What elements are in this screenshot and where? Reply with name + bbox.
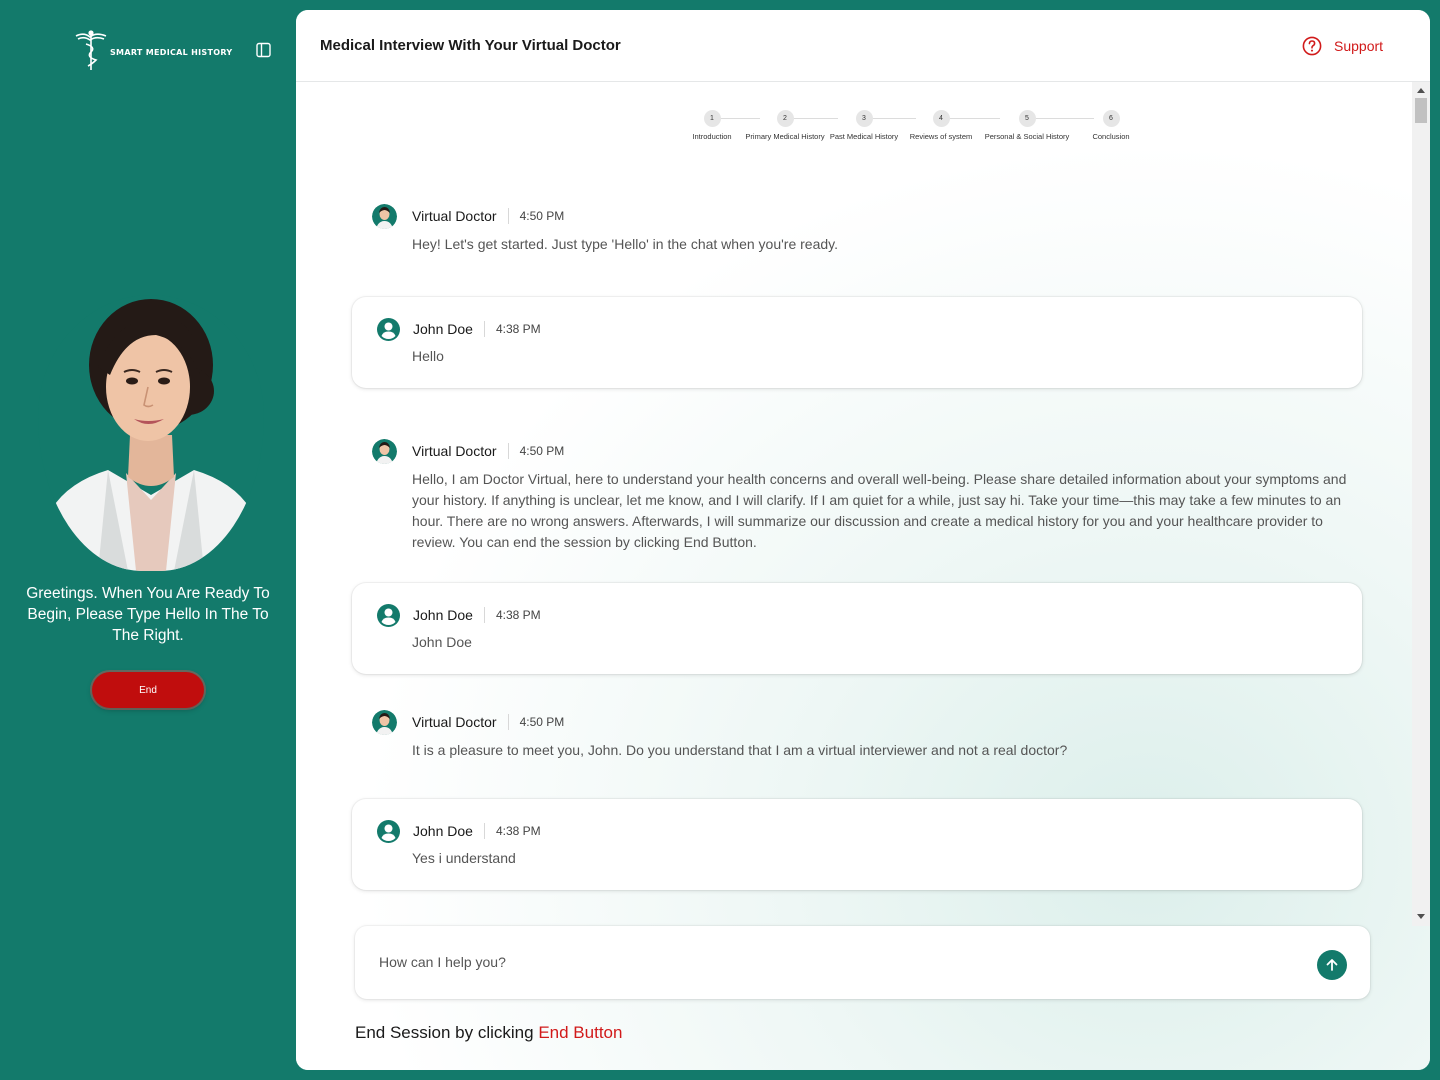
- chat-message-user: John Doe 4:38 PM John Doe: [352, 583, 1362, 674]
- chat-message-doctor: Virtual Doctor 4:50 PM Hello, I am Docto…: [372, 438, 1352, 553]
- message-composer: [355, 926, 1370, 999]
- user-avatar-icon: [377, 603, 400, 627]
- header: Medical Interview With Your Virtual Doct…: [296, 10, 1430, 82]
- timestamp: 4:50 PM: [519, 715, 565, 729]
- message-text: Hello, I am Doctor Virtual, here to unde…: [412, 471, 1347, 550]
- divider: [483, 823, 485, 839]
- sender-name: Virtual Doctor: [412, 714, 497, 730]
- sidebar: SMART MEDICAL HISTORY Greetings. When Yo…: [0, 0, 296, 1080]
- chat-message-user: John Doe 4:38 PM Yes i understand: [352, 799, 1362, 890]
- user-avatar-icon: [377, 317, 400, 341]
- page-title: Medical Interview With Your Virtual Doct…: [320, 37, 621, 54]
- timestamp: 4:50 PM: [519, 444, 565, 458]
- step-conclusion[interactable]: 6 Conclusion: [1081, 110, 1141, 141]
- step-number: 2: [776, 110, 794, 127]
- caduceus-icon: [75, 30, 107, 70]
- step-reviews-of-system[interactable]: 4 Reviews of system: [901, 110, 981, 141]
- message-text: John Doe: [412, 634, 472, 650]
- step-past-medical-history[interactable]: 3 Past Medical History: [819, 110, 909, 141]
- scrollbar-thumb[interactable]: [1415, 98, 1427, 123]
- message-text: Yes i understand: [412, 850, 516, 866]
- chat-area: 1 Introduction 2 Primary Medical History…: [296, 82, 1430, 1070]
- user-avatar-icon: [377, 819, 400, 843]
- doctor-avatar-small: [372, 203, 397, 229]
- end-button[interactable]: End: [92, 672, 204, 708]
- scroll-down-arrow-icon[interactable]: [1417, 914, 1425, 919]
- timestamp: 4:50 PM: [519, 209, 565, 223]
- sender-name: John Doe: [413, 321, 473, 337]
- sender-name: John Doe: [413, 823, 473, 839]
- chat-message-doctor: Virtual Doctor 4:50 PM Hey! Let's get st…: [372, 203, 1352, 255]
- help-icon: [1302, 36, 1322, 56]
- support-label: Support: [1334, 38, 1384, 54]
- send-button[interactable]: [1317, 950, 1347, 980]
- divider: [507, 714, 509, 730]
- timestamp: 4:38 PM: [495, 824, 541, 838]
- step-number: 6: [1102, 110, 1120, 127]
- message-text: It is a pleasure to meet you, John. Do y…: [412, 742, 1068, 758]
- logo-text: SMART MEDICAL HISTORY: [110, 47, 233, 57]
- step-label: Reviews of system: [909, 132, 973, 141]
- doctor-avatar-small: [372, 709, 397, 735]
- scroll-up-arrow-icon[interactable]: [1417, 88, 1425, 93]
- timestamp: 4:38 PM: [495, 322, 541, 336]
- sender-name: Virtual Doctor: [412, 208, 497, 224]
- arrow-up-icon: [1326, 959, 1338, 971]
- doctor-avatar-small: [372, 438, 397, 464]
- step-number: 3: [855, 110, 873, 127]
- sidebar-toggle-icon[interactable]: [255, 41, 273, 59]
- doctor-avatar: [38, 295, 264, 571]
- divider: [507, 208, 509, 224]
- step-label: Past Medical History: [829, 132, 899, 141]
- divider: [483, 607, 485, 623]
- step-label: Conclusion: [1092, 132, 1130, 141]
- divider: [507, 443, 509, 459]
- end-note-highlight: End Button: [538, 1023, 623, 1042]
- step-number: 5: [1018, 110, 1036, 127]
- greeting-text: Greetings. When You Are Ready To Begin, …: [26, 585, 270, 644]
- end-session-note: End Session by clicking End Button: [355, 1023, 622, 1043]
- end-note-text: End Session by clicking: [355, 1023, 539, 1042]
- sender-name: John Doe: [413, 607, 473, 623]
- message-text: Hey! Let's get started. Just type 'Hello…: [412, 236, 838, 252]
- message-input[interactable]: [379, 948, 1279, 976]
- main-panel: Medical Interview With Your Virtual Doct…: [296, 10, 1430, 1070]
- step-label: Personal & Social History: [984, 132, 1070, 141]
- chat-message-doctor: Virtual Doctor 4:50 PM It is a pleasure …: [372, 709, 1352, 761]
- step-label: Introduction: [692, 132, 732, 141]
- logo: SMART MEDICAL HISTORY: [74, 28, 232, 72]
- divider: [483, 321, 485, 337]
- step-number: 1: [703, 110, 721, 127]
- support-link[interactable]: Support: [1302, 36, 1383, 56]
- sender-name: Virtual Doctor: [412, 443, 497, 459]
- chat-scrollbar[interactable]: [1412, 82, 1430, 926]
- step-number: 4: [932, 110, 950, 127]
- message-text: Hello: [412, 348, 444, 364]
- progress-stepper: 1 Introduction 2 Primary Medical History…: [686, 110, 1146, 150]
- step-label: Primary Medical History: [745, 132, 825, 141]
- chat-message-user: John Doe 4:38 PM Hello: [352, 297, 1362, 388]
- timestamp: 4:38 PM: [495, 608, 541, 622]
- step-personal-social-history[interactable]: 5 Personal & Social History: [972, 110, 1082, 141]
